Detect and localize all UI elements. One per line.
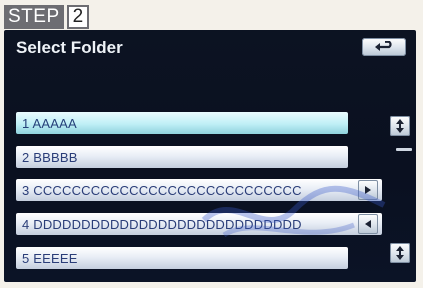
scroll-up-down-icon xyxy=(396,246,404,260)
folder-item-label: 3 CCCCCCCCCCCCCCCCCCCCCCCCCCCC xyxy=(22,182,302,198)
arrow-right-icon xyxy=(365,186,371,194)
folder-item-3[interactable]: 3 CCCCCCCCCCCCCCCCCCCCCCCCCCCC xyxy=(16,179,382,201)
folder-item-label: 4 DDDDDDDDDDDDDDDDDDDDDDDDDDDD xyxy=(22,216,302,232)
back-button[interactable] xyxy=(362,38,406,56)
return-arrow-icon xyxy=(375,41,392,51)
screen-title: Select Folder xyxy=(16,38,123,57)
row-3-expand-button[interactable] xyxy=(358,180,378,200)
scroll-position-marker xyxy=(396,148,412,151)
navigation-screen: Select Folder 1 AAAAA 2 BBBBB 3 CCCCCCCC… xyxy=(4,30,416,282)
step-indicator: STEP 2 xyxy=(4,5,90,29)
scroll-up-down-icon xyxy=(396,119,404,133)
folder-item-label: 1 AAAAA xyxy=(22,115,77,131)
arrow-left-icon xyxy=(365,220,371,228)
folder-item-5[interactable]: 5 EEEEE xyxy=(16,247,348,269)
folder-item-label: 2 BBBBB xyxy=(22,149,78,165)
row-4-collapse-button[interactable] xyxy=(358,214,378,234)
folder-item-1[interactable]: 1 AAAAA xyxy=(16,112,348,134)
folder-item-label: 5 EEEEE xyxy=(22,250,78,266)
scroll-down-button[interactable] xyxy=(390,243,410,263)
folder-item-4[interactable]: 4 DDDDDDDDDDDDDDDDDDDDDDDDDDDD xyxy=(16,213,382,235)
step-number: 2 xyxy=(66,5,90,29)
step-label: STEP xyxy=(4,5,64,29)
folder-item-2[interactable]: 2 BBBBB xyxy=(16,146,348,168)
scroll-up-button[interactable] xyxy=(390,116,410,136)
